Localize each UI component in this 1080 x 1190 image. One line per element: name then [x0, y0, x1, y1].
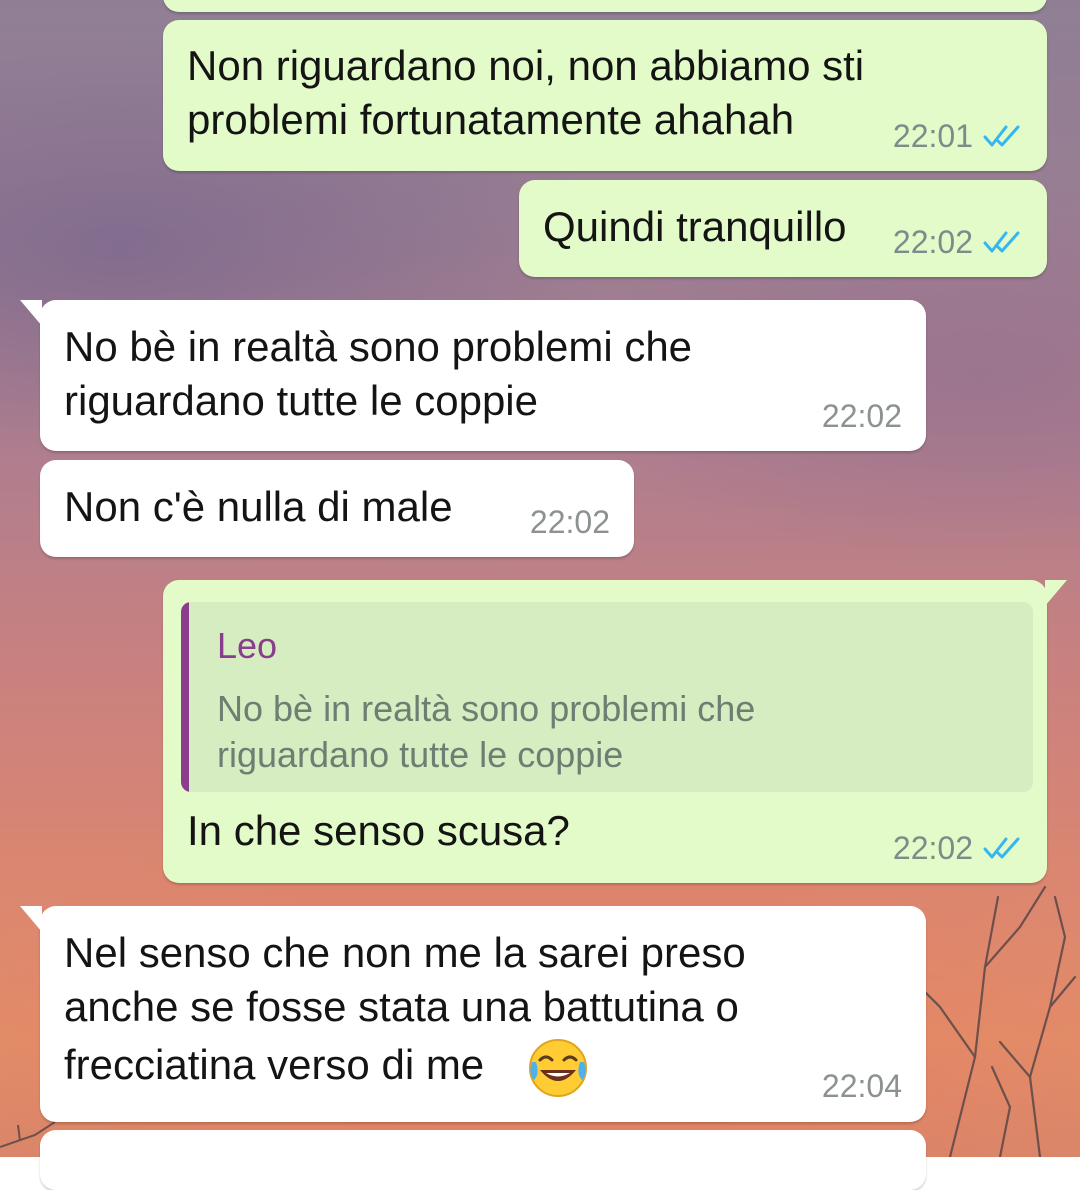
- quoted-message[interactable]: Leo No bè in realtà sono problemi che ri…: [181, 602, 1033, 792]
- message-text-line: problemi fortunatamente ahahah: [187, 96, 795, 143]
- message-meta: 22:01: [893, 118, 1023, 154]
- message-text-line: riguardano tutte le coppie: [64, 377, 538, 424]
- message-time: 22:04: [821, 1068, 902, 1104]
- message-text-line: Non c'è nulla di male: [64, 483, 453, 530]
- message-bubble-outgoing[interactable]: Non riguardano noi, non abbiamo sti prob…: [163, 20, 1047, 171]
- message-time: 22:02: [529, 504, 610, 540]
- message-bubble-incoming[interactable]: No bè in realtà sono problemi che riguar…: [20, 300, 926, 451]
- message-text-line: Non riguardano noi, non abbiamo sti: [187, 42, 865, 89]
- message-text-line: Quindi tranquillo: [543, 203, 847, 250]
- double-check-icon: [983, 837, 1020, 859]
- message-bubble-outgoing-reply[interactable]: Leo No bè in realtà sono problemi che ri…: [163, 580, 1067, 883]
- double-check-icon: [983, 125, 1020, 147]
- message-bubble-incoming[interactable]: Non c'è nulla di male 22:02: [40, 460, 634, 557]
- quoted-text-line: No bè in realtà sono problemi che: [217, 688, 756, 729]
- message-bubble-partial[interactable]: [40, 1130, 926, 1190]
- quoted-text-line: riguardano tutte le coppie: [217, 734, 624, 775]
- message-bubble-incoming[interactable]: Nel senso che non me la sarei preso anch…: [20, 906, 926, 1122]
- message-meta: 22:02: [530, 504, 610, 540]
- message-time: 22:02: [892, 830, 973, 866]
- message-meta: 22:02: [822, 398, 902, 434]
- message-time: 22:01: [892, 118, 973, 154]
- message-text-line: In che senso scusa?: [187, 807, 570, 854]
- message-meta: 22:02: [893, 224, 1023, 260]
- message-text-line: Nel senso che non me la sarei preso: [64, 929, 746, 976]
- message-time: 22:02: [821, 398, 902, 434]
- double-check-icon: [983, 231, 1020, 253]
- message-bubble-outgoing[interactable]: Quindi tranquillo 22:02: [519, 180, 1047, 277]
- message-time: 22:02: [892, 224, 973, 260]
- message-text-line: No bè in realtà sono problemi che: [64, 323, 693, 370]
- quoted-author: Leo: [217, 625, 278, 666]
- message-meta: 22:02: [893, 830, 1023, 866]
- quote-accent-bar: [181, 602, 189, 792]
- message-meta: 22:04: [822, 1068, 902, 1104]
- message-bubble-partial[interactable]: [163, 0, 1047, 12]
- message-text-line: anche se fosse stata una battutina o: [64, 983, 739, 1030]
- message-text-line: frecciatina verso di me: [64, 1041, 485, 1088]
- face-with-tears-of-joy-icon: [529, 1039, 587, 1097]
